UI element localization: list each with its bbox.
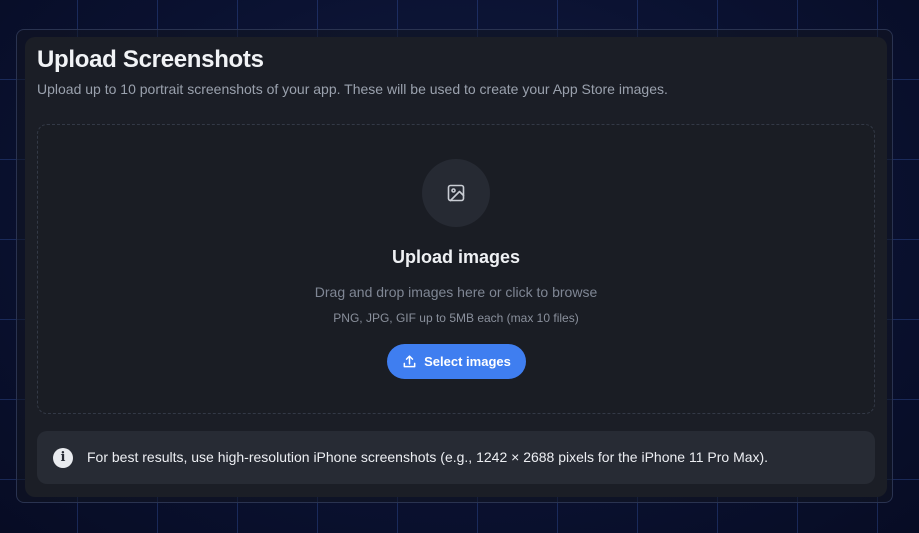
info-text: For best results, use high-resolution iP… [87,449,769,465]
image-icon [422,159,490,227]
upload-icon [403,355,416,368]
info-bar: i For best results, use high-resolution … [37,431,875,484]
upload-hint: Drag and drop images here or click to br… [314,284,598,300]
select-images-label: Select images [424,354,511,369]
upload-formats: PNG, JPG, GIF up to 5MB each (max 10 fil… [333,311,579,325]
dropzone[interactable]: Upload images Drag and drop images here … [37,124,875,414]
upload-card: Upload Screenshots Upload up to 10 portr… [25,37,887,497]
info-icon: i [53,448,73,468]
card-subtitle: Upload up to 10 portrait screenshots of … [37,81,668,97]
upload-heading: Upload images [391,247,521,267]
select-images-button[interactable]: Select images [387,344,526,379]
card-title: Upload Screenshots [37,46,264,73]
